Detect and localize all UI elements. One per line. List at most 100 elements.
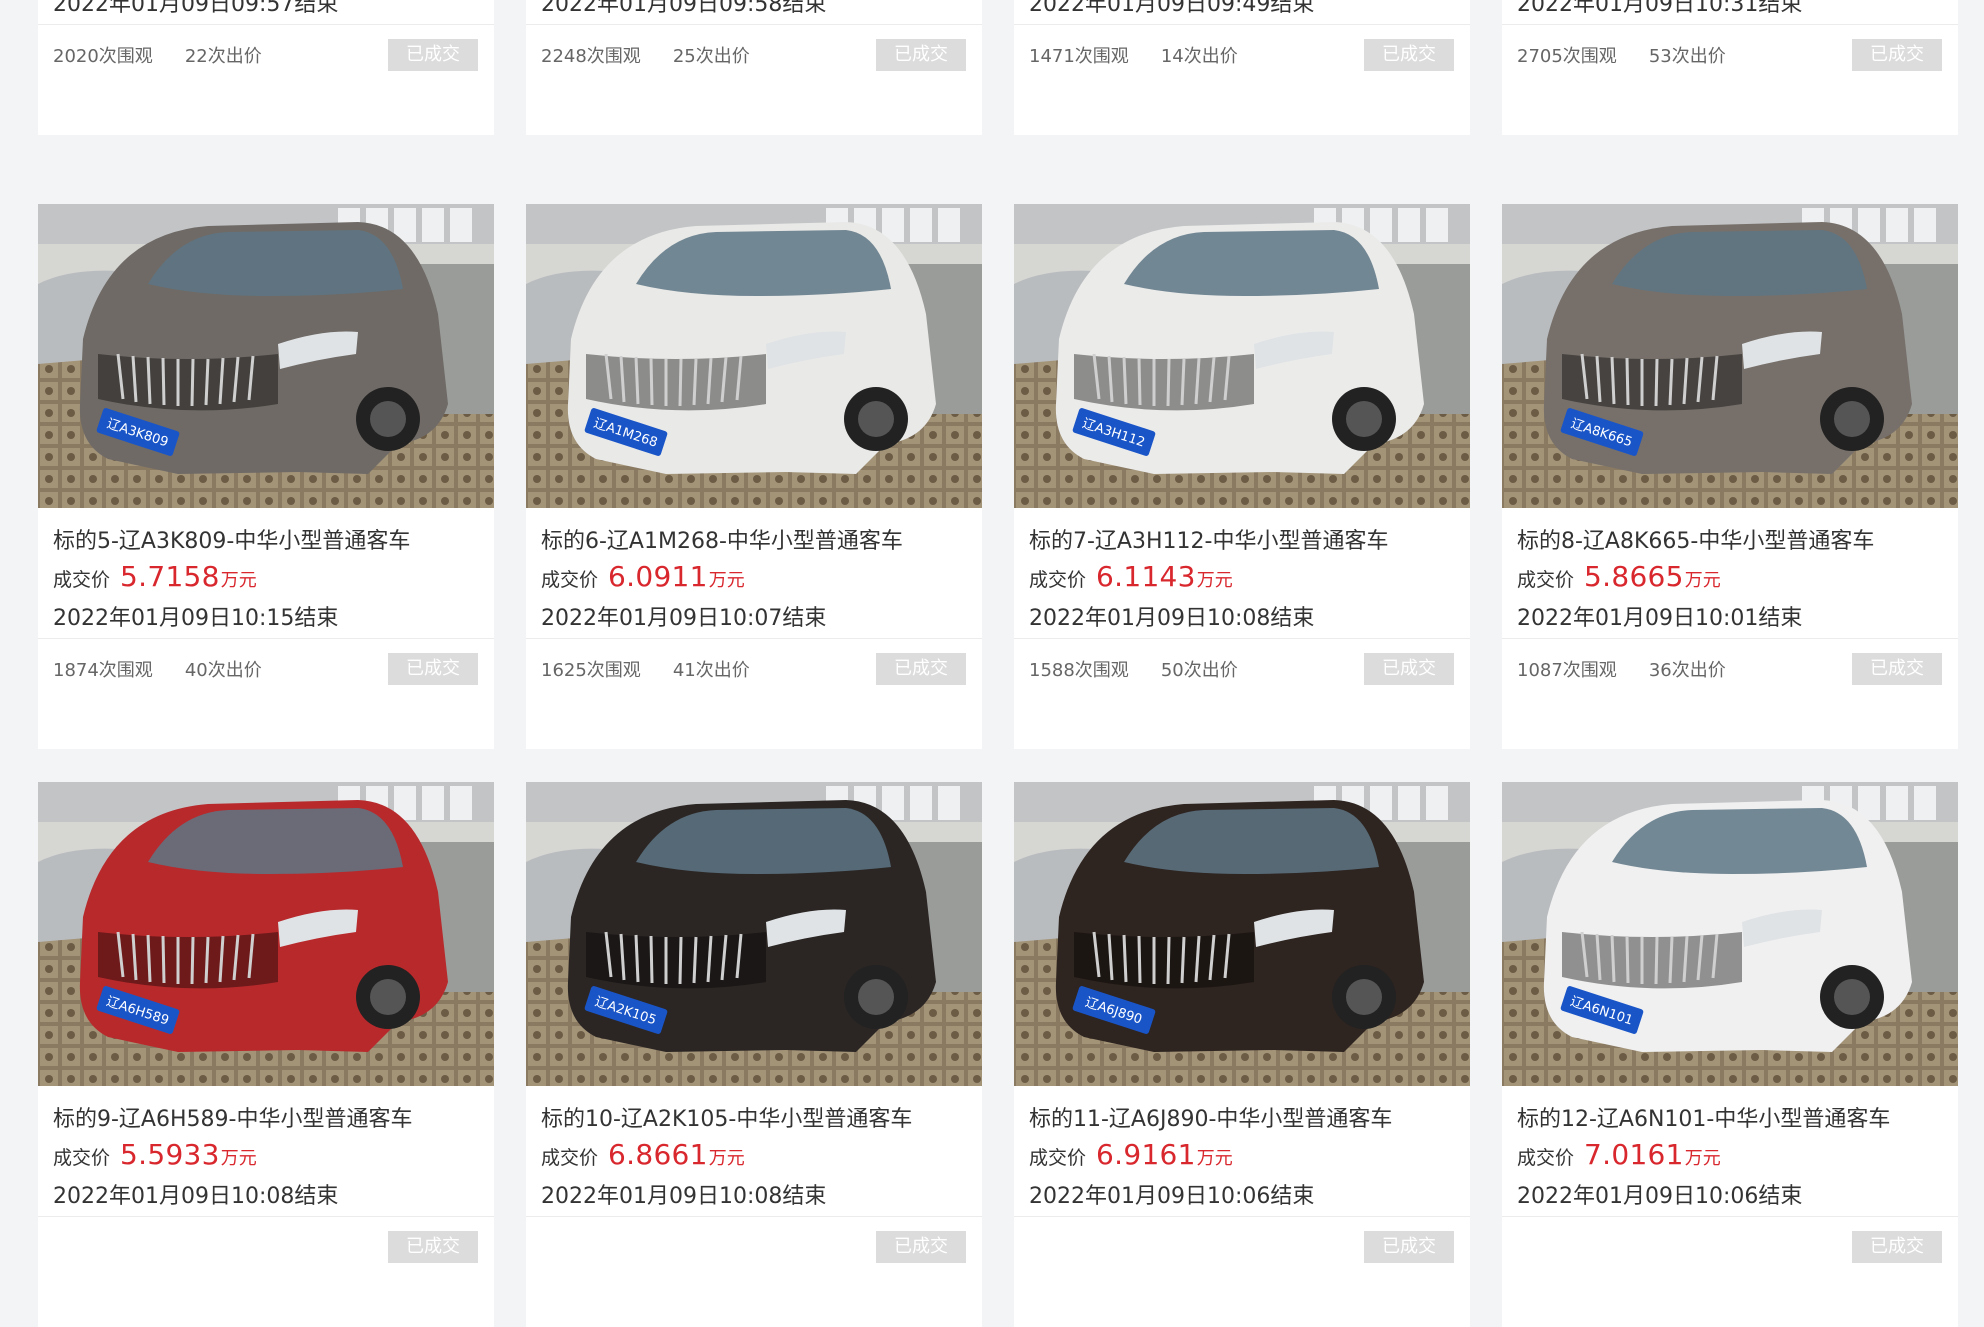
final-price: 7.0161 — [1584, 1138, 1684, 1171]
end-time: 2022年01月09日10:06结束 — [1029, 1184, 1315, 1209]
view-count: 2705次围观 — [1517, 46, 1617, 67]
bid-count: 41次出价 — [672, 660, 750, 681]
price-label: 成交价 — [53, 1147, 111, 1169]
bid-count: 53次出价 — [1648, 46, 1726, 67]
car-photo: 辽A8K665 — [1502, 204, 1958, 508]
car-photo-link[interactable]: 辽A6N101 — [1502, 782, 1958, 1086]
price-unit: 万元 — [1684, 1148, 1721, 1169]
car-photo-link[interactable]: 辽A8K665 — [1502, 204, 1958, 508]
status-badge[interactable]: 已成交 — [388, 1231, 478, 1263]
card-footer: 1588次围观 50次出价 已成交 — [1014, 638, 1470, 699]
lot-title[interactable]: 标的5-辽A3K809-中华小型普通客车 — [38, 524, 494, 560]
auction-card[interactable]: 辽A2K105 标的10-辽A2K105-中华小型普通客车成交价 6.8661 万元… — [526, 782, 982, 1327]
lot-title[interactable]: 标的9-辽A6H589-中华小型普通客车 — [38, 1102, 494, 1138]
car-photo-link[interactable]: 辽A3H112 — [1014, 204, 1470, 508]
car-photo-link[interactable]: 辽A3K809 — [38, 204, 494, 508]
status-badge[interactable]: 已成交 — [1852, 653, 1942, 685]
view-count: 1625次围观 — [541, 660, 641, 681]
lot-title[interactable]: 标的11-辽A6J890-中华小型普通客车 — [1014, 1102, 1470, 1138]
lot-title[interactable]: 标的7-辽A3H112-中华小型普通客车 — [1014, 524, 1470, 560]
view-count: 2020次围观 — [53, 46, 153, 67]
auction-card[interactable]: 成交价5.8636万元2022年01月09日10:31结束2705次围观53次出… — [1502, 0, 1958, 135]
final-price: 6.8661 — [608, 1138, 708, 1171]
auction-card[interactable]: 辽A1M268 标的6-辽A1M268-中华小型普通客车成交价 6.0911 万元 2… — [526, 204, 982, 749]
status-badge[interactable]: 已成交 — [876, 1231, 966, 1263]
lot-title[interactable]: 标的8-辽A8K665-中华小型普通客车 — [1502, 524, 1958, 560]
price-label: 成交价 — [1517, 1147, 1575, 1169]
end-time: 2022年01月09日09:58结束 — [541, 0, 827, 17]
view-count: 2248次围观 — [541, 46, 641, 67]
price-label: 成交价 — [1517, 569, 1575, 591]
lot-title[interactable]: 标的10-辽A2K105-中华小型普通客车 — [526, 1102, 982, 1138]
end-time: 2022年01月09日10:01结束 — [1517, 606, 1803, 631]
end-time: 2022年01月09日10:08结束 — [53, 1184, 339, 1209]
auction-card[interactable]: 成交价4.5926万元2022年01月09日09:58结束2248次围观25次出… — [526, 0, 982, 135]
auction-card[interactable]: 辽A6H589 标的9-辽A6H589-中华小型普通客车 成交价 5.5933 万元 2… — [38, 782, 494, 1327]
status-badge[interactable]: 已成交 — [1852, 1231, 1942, 1263]
bid-count: 14次出价 — [1160, 46, 1238, 67]
price-line: 成交价 5.8665 万元 — [1502, 560, 1958, 600]
car-photo: 辽A3H112 — [1014, 204, 1470, 508]
lot-title[interactable]: 标的12-辽A6N101-中华小型普通客车 — [1502, 1102, 1958, 1138]
status-badge[interactable]: 已成交 — [388, 39, 478, 71]
price-label: 成交价 — [1029, 1147, 1087, 1169]
price-line: 成交价 6.9161 万元 — [1014, 1138, 1470, 1178]
status-badge[interactable]: 已成交 — [876, 39, 966, 71]
end-time: 2022年01月09日09:57结束 — [53, 0, 339, 17]
auction-card[interactable]: 辽A6N101 标的12-辽A6N101-中华小型普通客车成交价 7.0161 万元… — [1502, 782, 1958, 1327]
car-photo-link[interactable]: 辽A1M268 — [526, 204, 982, 508]
auction-card[interactable]: 辽A6J890 标的11-辽A6J890-中华小型普通客车 成交价 6.9161 万元… — [1014, 782, 1470, 1327]
auction-card[interactable]: 辽A3H112 标的7-辽A3H112-中华小型普通客车 成交价 6.1143 万元 2… — [1014, 204, 1470, 749]
price-label: 成交价 — [541, 569, 599, 591]
card-footer: 1471次围观 14次出价 已成交 — [1014, 24, 1470, 85]
card-footer: 1874次围观 40次出价 已成交 — [38, 638, 494, 699]
card-footer: 2020次围观 22次出价 已成交 — [38, 24, 494, 85]
car-photo: 辽A2K105 — [526, 782, 982, 1086]
car-photo: 辽A3K809 — [38, 204, 494, 508]
auction-card[interactable]: 成交价3.4896万元2022年01月09日09:49结束1471次围观14次出… — [1014, 0, 1470, 135]
price-unit: 万元 — [708, 570, 745, 591]
status-badge[interactable]: 已成交 — [1852, 39, 1942, 71]
lot-title[interactable]: 标的6-辽A1M268-中华小型普通客车 — [526, 524, 982, 560]
status-badge[interactable]: 已成交 — [388, 653, 478, 685]
card-footer: 2705次围观 53次出价 已成交 — [1502, 24, 1958, 85]
final-price: 5.8665 — [1584, 560, 1684, 593]
car-photo-link[interactable]: 辽A2K105 — [526, 782, 982, 1086]
card-footer: 1087次围观 36次出价 已成交 — [1502, 638, 1958, 699]
car-photo: 辽A1M268 — [526, 204, 982, 508]
price-line: 成交价 5.7158 万元 — [38, 560, 494, 600]
car-photo: 辽A6J890 — [1014, 782, 1470, 1086]
auction-card[interactable]: 辽A3K809 标的5-辽A3K809-中华小型普通客车 成交价 5.7158 万元 2… — [38, 204, 494, 749]
bid-count: 50次出价 — [1160, 660, 1238, 681]
status-badge[interactable]: 已成交 — [876, 653, 966, 685]
price-line: 成交价 7.0161 万元 — [1502, 1138, 1958, 1178]
price-label: 成交价 — [53, 569, 111, 591]
card-footer: 已成交 — [38, 1216, 494, 1277]
status-badge[interactable]: 已成交 — [1364, 39, 1454, 71]
final-price: 5.5933 — [120, 1138, 220, 1171]
final-price: 5.7158 — [120, 560, 220, 593]
end-time: 2022年01月09日10:08结束 — [1029, 606, 1315, 631]
final-price: 6.1143 — [1096, 560, 1196, 593]
bid-count: 36次出价 — [1648, 660, 1726, 681]
price-label: 成交价 — [541, 1147, 599, 1169]
final-price: 6.0911 — [608, 560, 708, 593]
end-time: 2022年01月09日10:08结束 — [541, 1184, 827, 1209]
auction-card[interactable]: 辽A8K665 标的8-辽A8K665-中华小型普通客车成交价 5.8665 万元 2… — [1502, 204, 1958, 749]
price-line: 成交价 5.5933 万元 — [38, 1138, 494, 1178]
view-count: 1087次围观 — [1517, 660, 1617, 681]
car-photo-link[interactable]: 辽A6H589 — [38, 782, 494, 1086]
price-unit: 万元 — [708, 1148, 745, 1169]
end-time: 2022年01月09日10:06结束 — [1517, 1184, 1803, 1209]
car-photo-link[interactable]: 辽A6J890 — [1014, 782, 1470, 1086]
bid-count: 25次出价 — [672, 46, 750, 67]
status-badge[interactable]: 已成交 — [1364, 1231, 1454, 1263]
price-line: 成交价 6.1143 万元 — [1014, 560, 1470, 600]
end-time: 2022年01月09日10:07结束 — [541, 606, 827, 631]
price-unit: 万元 — [1684, 570, 1721, 591]
end-time: 2022年01月09日10:15结束 — [53, 606, 339, 631]
status-badge[interactable]: 已成交 — [1364, 653, 1454, 685]
car-photo: 辽A6H589 — [38, 782, 494, 1086]
auction-card[interactable]: 成交价2.7008万元2022年01月09日09:57结束2020次围观22次出… — [38, 0, 494, 135]
card-footer: 已成交 — [1502, 1216, 1958, 1277]
